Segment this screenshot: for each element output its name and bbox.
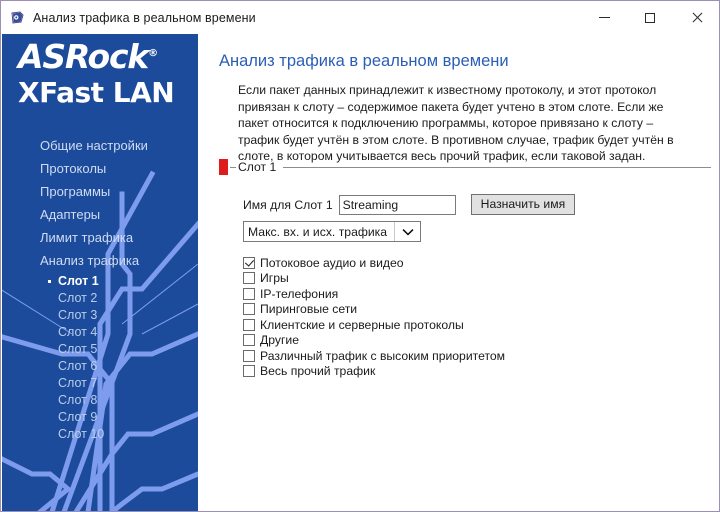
- checkbox-row-client-server[interactable]: Клиентские и серверные протоколы: [243, 317, 505, 333]
- chevron-down-icon[interactable]: [394, 222, 420, 241]
- traffic-metric-dropdown[interactable]: Макс. вх. и исх. трафика: [243, 221, 421, 242]
- logo-brand-text: ASRock: [18, 37, 149, 76]
- sidebar-item-traffic-analysis[interactable]: Анализ трафика: [2, 249, 198, 272]
- sidebar-slot-3[interactable]: Слот 3: [2, 306, 198, 323]
- checkbox-ip-telephony[interactable]: [243, 287, 255, 300]
- sidebar-nav: Общие настройки Протоколы Программы Адап…: [2, 134, 198, 442]
- assign-name-button[interactable]: Назначить имя: [470, 194, 576, 215]
- checkbox-label-all-other-traffic: Весь прочий трафик: [260, 364, 376, 379]
- checkbox-client-server[interactable]: [243, 318, 255, 331]
- checkbox-label-client-server: Клиентские и серверные протоколы: [260, 317, 464, 332]
- sidebar-slot-9[interactable]: Слот 9: [2, 408, 198, 425]
- metric-select-row: Макс. вх. и исх. трафика: [243, 221, 421, 242]
- checkbox-p2p[interactable]: [243, 303, 255, 316]
- slot-name-label: Имя для Слот 1: [243, 197, 333, 212]
- sidebar: ASRock® XFast LAN Общие настройки Проток…: [2, 34, 198, 511]
- sidebar-slot-4[interactable]: Слот 4: [2, 323, 198, 340]
- close-icon: [691, 12, 702, 23]
- checkbox-label-games: Игры: [260, 271, 289, 286]
- checkbox-row-high-priority[interactable]: Различный трафик с высоким приоритетом: [243, 348, 505, 364]
- window-title: Анализ трафика в реальном времени: [33, 10, 256, 25]
- checkbox-streaming-av[interactable]: [243, 256, 255, 269]
- sidebar-slot-6[interactable]: Слот 6: [2, 357, 198, 374]
- checkbox-label-ip-telephony: IP-телефония: [260, 286, 339, 301]
- sidebar-slot-5[interactable]: Слот 5: [2, 340, 198, 357]
- sidebar-item-general-settings[interactable]: Общие настройки: [2, 134, 198, 157]
- traffic-category-checklist: Потоковое аудио и видео Игры IP-телефони…: [243, 255, 505, 379]
- registered-mark: ®: [148, 48, 159, 59]
- close-button[interactable]: [673, 1, 719, 34]
- sidebar-item-programs[interactable]: Программы: [2, 180, 198, 203]
- checkbox-other[interactable]: [243, 334, 255, 347]
- sidebar-slot-1[interactable]: Слот 1: [2, 272, 198, 289]
- app-window: Анализ трафика в реальном времени ASRock…: [0, 0, 720, 512]
- logo-product: XFast LAN: [18, 76, 175, 109]
- traffic-metric-value: Макс. вх. и исх. трафика: [248, 224, 388, 239]
- checkbox-row-ip-telephony[interactable]: IP-телефония: [243, 286, 505, 302]
- slot-name-row: Имя для Слот 1 Назначить имя: [243, 194, 576, 215]
- group-box-dash: [230, 166, 236, 168]
- sidebar-item-adapters[interactable]: Адаптеры: [2, 203, 198, 226]
- checkbox-row-other[interactable]: Другие: [243, 333, 505, 349]
- sidebar-item-protocols[interactable]: Протоколы: [2, 157, 198, 180]
- checkbox-all-other-traffic[interactable]: [243, 365, 255, 378]
- minimize-icon: [598, 17, 610, 18]
- app-network-icon: [10, 10, 26, 26]
- checkbox-games[interactable]: [243, 272, 255, 285]
- checkbox-label-other: Другие: [260, 333, 300, 348]
- checkbox-high-priority[interactable]: [243, 349, 255, 362]
- checkbox-row-p2p[interactable]: Пиринговые сети: [243, 302, 505, 318]
- intro-paragraph: Если пакет данных принадлежит к известно…: [238, 83, 674, 163]
- minimize-button[interactable]: [581, 1, 627, 34]
- window-controls: [581, 1, 719, 34]
- maximize-icon: [645, 12, 655, 23]
- slot-name-input[interactable]: [338, 194, 456, 215]
- checkbox-label-high-priority: Различный трафик с высоким приоритетом: [260, 348, 506, 363]
- group-box-rule: [283, 166, 711, 168]
- logo-asrock: ASRock®: [18, 36, 158, 75]
- checkbox-label-streaming-av: Потоковое аудио и видео: [260, 255, 404, 270]
- page-title: Анализ трафика в реальном времени: [219, 52, 509, 70]
- checkbox-row-all-other-traffic[interactable]: Весь прочий трафик: [243, 364, 505, 380]
- maximize-button[interactable]: [627, 1, 673, 34]
- sidebar-item-traffic-limit[interactable]: Лимит трафика: [2, 226, 198, 249]
- slot-group-box: Слот 1 Имя для Слот 1 Назначить имя Макс…: [219, 159, 711, 378]
- checkbox-row-streaming-av[interactable]: Потоковое аудио и видео: [243, 255, 505, 271]
- checkbox-label-p2p: Пиринговые сети: [260, 302, 358, 317]
- title-bar: Анализ трафика в реальном времени: [1, 1, 719, 34]
- sidebar-slot-7[interactable]: Слот 7: [2, 374, 198, 391]
- group-box-header: Слот 1: [219, 159, 711, 175]
- group-box-title: Слот 1: [238, 160, 277, 174]
- sidebar-slot-2[interactable]: Слот 2: [2, 289, 198, 306]
- main-content: Анализ трафика в реальном времени Если п…: [198, 34, 719, 511]
- slot-color-marker: [219, 159, 228, 175]
- sidebar-slot-8[interactable]: Слот 8: [2, 391, 198, 408]
- brand-logo: ASRock® XFast LAN: [2, 36, 198, 109]
- sidebar-slot-10[interactable]: Слот 10: [2, 425, 198, 442]
- checkbox-row-games[interactable]: Игры: [243, 271, 505, 287]
